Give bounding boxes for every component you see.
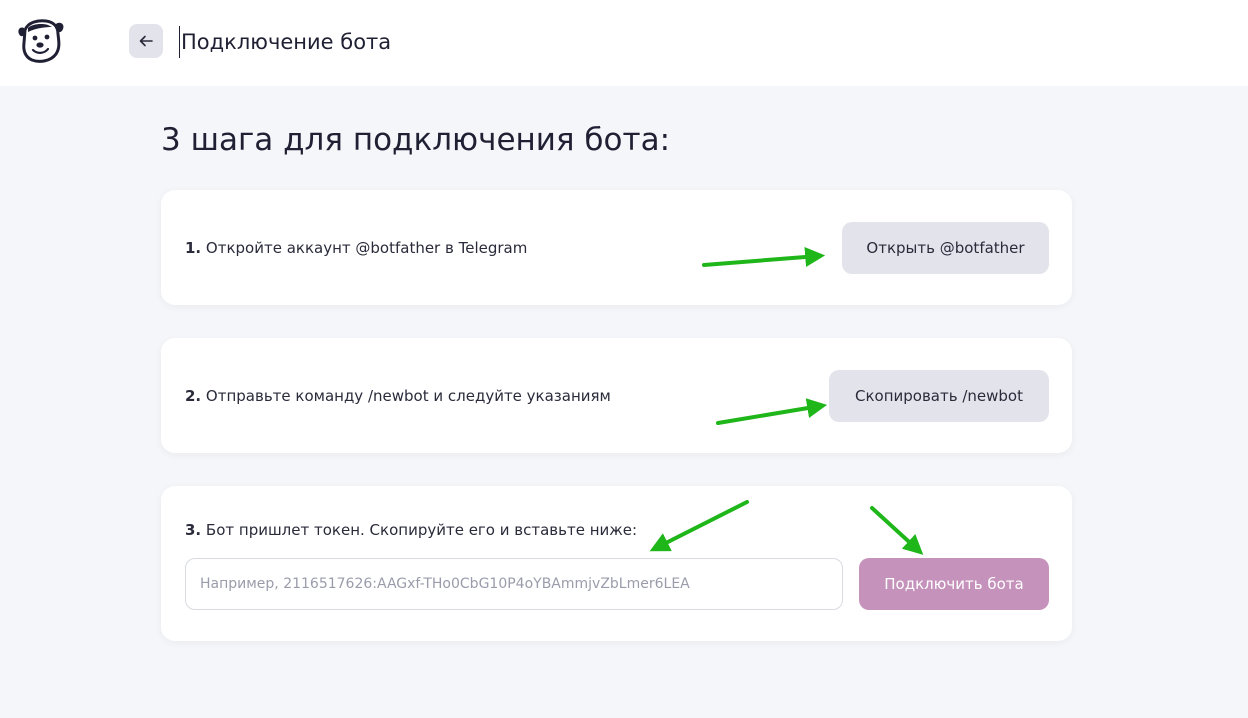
step-card-1: 1. Откройте аккаунт @botfather в Telegra… — [161, 190, 1072, 305]
open-botfather-button[interactable]: Открыть @botfather — [842, 222, 1049, 274]
step-card-2: 2. Отправьте команду /newbot и следуйте … — [161, 338, 1072, 453]
steps-heading: 3 шага для подключения бота: — [161, 122, 671, 158]
step-1-number: 1. — [185, 239, 202, 257]
arrow-left-icon — [139, 35, 153, 47]
step-3-text: 3. Бот пришлет токен. Скопируйте его и в… — [185, 519, 637, 541]
step-3-label: Бот пришлет токен. Скопируйте его и вста… — [201, 521, 638, 539]
step-3-number: 3. — [185, 521, 202, 539]
step-1-label: Откройте аккаунт @botfather в Telegram — [201, 239, 528, 257]
top-header: Подключение бота — [0, 0, 1248, 86]
token-input[interactable] — [185, 558, 843, 610]
step-1-text: 1. Откройте аккаунт @botfather в Telegra… — [185, 237, 527, 259]
connect-bot-button[interactable]: Подключить бота — [859, 558, 1049, 610]
copy-newbot-button[interactable]: Скопировать /newbot — [829, 370, 1049, 422]
step-2-label: Отправьте команду /newbot и следуйте ука… — [201, 387, 611, 405]
step-2-text: 2. Отправьте команду /newbot и следуйте … — [185, 385, 611, 407]
dog-mascot-icon[interactable] — [16, 18, 66, 64]
back-button[interactable] — [129, 24, 163, 58]
step-card-3: 3. Бот пришлет токен. Скопируйте его и в… — [161, 486, 1072, 641]
page-title[interactable]: Подключение бота — [179, 26, 391, 58]
step-2-number: 2. — [185, 387, 202, 405]
